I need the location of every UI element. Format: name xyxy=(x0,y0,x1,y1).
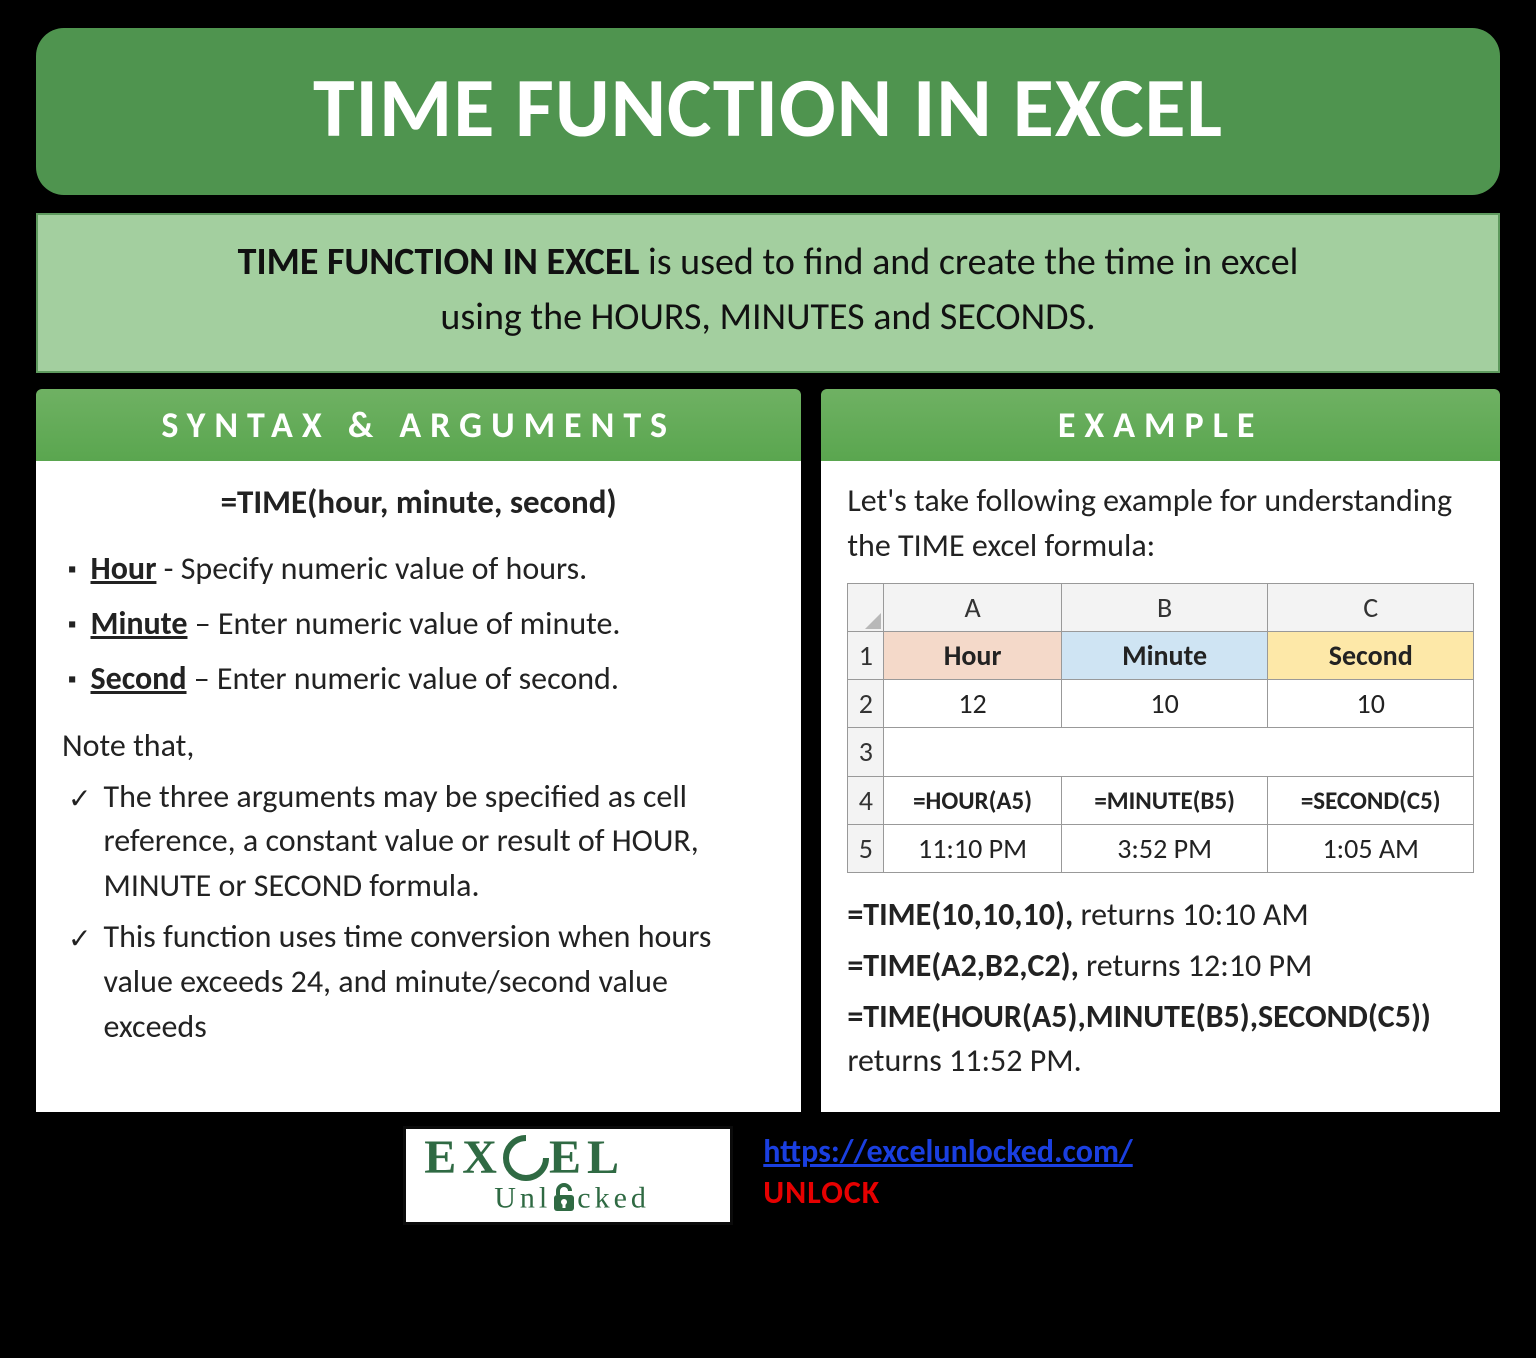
syntax-panel-header: SYNTAX & ARGUMENTS xyxy=(36,389,801,461)
lock-icon xyxy=(551,1183,577,1219)
page-title: TIME FUNCTION IN EXCEL xyxy=(313,56,1223,159)
cell: 10 xyxy=(1268,680,1474,728)
row-number: 2 xyxy=(848,680,884,728)
unlock-label: UNLOCK xyxy=(763,1173,1132,1212)
list-item: Minute – Enter numeric value of minute. xyxy=(68,602,775,647)
note-text: This function uses time conversion when … xyxy=(103,915,775,1049)
table-row: 4 =HOUR(A5) =MINUTE(B5) =SECOND(C5) xyxy=(848,776,1474,824)
note-text: The three arguments may be specified as … xyxy=(103,775,775,909)
footer-links: https://excelunlocked.com/ UNLOCK xyxy=(763,1126,1132,1212)
footer: EXEL Unlcked https://excelunlocked.com/ … xyxy=(36,1126,1500,1225)
table-corner xyxy=(848,583,884,631)
site-link[interactable]: https://excelunlocked.com/ xyxy=(763,1132,1132,1171)
list-item: This function uses time conversion when … xyxy=(68,915,775,1049)
example-lines: =TIME(10,10,10), returns 10:10 AM =TIME(… xyxy=(847,893,1474,1084)
example-result: returns 10:10 AM xyxy=(1073,895,1309,934)
syntax-panel: SYNTAX & ARGUMENTS =TIME(hour, minute, s… xyxy=(36,389,801,1112)
brand-logo: EXEL Unlcked xyxy=(403,1126,733,1225)
notes-list: The three arguments may be specified as … xyxy=(62,775,775,1050)
intro-strong: TIME FUNCTION IN EXCEL xyxy=(238,239,640,285)
intro-box: TIME FUNCTION IN EXCEL is used to find a… xyxy=(36,213,1500,373)
example-panel-header: EXAMPLE xyxy=(821,389,1500,461)
col-head: C xyxy=(1268,583,1474,631)
logo-bottom-text: Unlcked xyxy=(494,1183,712,1219)
arg-name: Minute xyxy=(91,604,188,643)
note-lead: Note that, xyxy=(62,724,775,769)
syntax-formula: =TIME(hour, minute, second) xyxy=(62,479,775,525)
table-row: 1 Hour Minute Second xyxy=(848,631,1474,679)
page-title-banner: TIME FUNCTION IN EXCEL xyxy=(36,28,1500,195)
example-formula: =TIME(A2,B2,C2), xyxy=(847,946,1079,985)
row-number: 4 xyxy=(848,776,884,824)
cell: Minute xyxy=(1061,631,1268,679)
cell: 3:52 PM xyxy=(1061,824,1268,872)
arg-name: Second xyxy=(91,659,187,698)
example-panel-body: Let's take following example for underst… xyxy=(821,461,1500,1112)
example-result: returns 11:52 PM. xyxy=(847,1041,1081,1080)
intro-text-1: is used to find and create the time in e… xyxy=(639,239,1298,285)
list-item: Hour - Specify numeric value of hours. xyxy=(68,547,775,592)
arg-name: Hour xyxy=(91,549,157,588)
col-head: A xyxy=(884,583,1061,631)
example-formula: =TIME(HOUR(A5),MINUTE(B5),SECOND(C5)) xyxy=(847,997,1431,1036)
example-panel: EXAMPLE Let's take following example for… xyxy=(821,389,1500,1112)
cell: Second xyxy=(1268,631,1474,679)
row-number: 3 xyxy=(848,728,884,776)
cell-empty xyxy=(884,728,1474,776)
arg-desc: – Enter numeric value of minute. xyxy=(187,604,620,643)
table-row: 5 11:10 PM 3:52 PM 1:05 AM xyxy=(848,824,1474,872)
list-item: The three arguments may be specified as … xyxy=(68,775,775,909)
table-row: 3 xyxy=(848,728,1474,776)
example-result: returns 12:10 PM xyxy=(1079,946,1313,985)
cell-formula: =HOUR(A5) xyxy=(884,776,1061,824)
arg-desc: - Specify numeric value of hours. xyxy=(156,549,587,588)
argument-list: Hour - Specify numeric value of hours. M… xyxy=(62,547,775,701)
cell: 12 xyxy=(884,680,1061,728)
logo-top-text: EXEL xyxy=(424,1135,712,1189)
col-head: B xyxy=(1061,583,1268,631)
cell-formula: =MINUTE(B5) xyxy=(1061,776,1268,824)
list-item: Second – Enter numeric value of second. xyxy=(68,657,775,702)
example-line: =TIME(A2,B2,C2), returns 12:10 PM xyxy=(847,944,1474,989)
logo-c-glyph xyxy=(503,1135,549,1189)
intro-text-2: using the HOURS, MINUTES and SECONDS. xyxy=(440,294,1095,340)
syntax-panel-body: =TIME(hour, minute, second) Hour - Speci… xyxy=(36,461,801,1112)
row-number: 5 xyxy=(848,824,884,872)
excel-table: A B C 1 Hour Minute Second 2 12 xyxy=(847,583,1474,873)
cell-formula: =SECOND(C5) xyxy=(1268,776,1474,824)
table-row: 2 12 10 10 xyxy=(848,680,1474,728)
example-intro: Let's take following example for underst… xyxy=(847,479,1474,569)
cell: 10 xyxy=(1061,680,1268,728)
row-number: 1 xyxy=(848,631,884,679)
example-line: =TIME(10,10,10), returns 10:10 AM xyxy=(847,893,1474,938)
cell: 1:05 AM xyxy=(1268,824,1474,872)
arg-desc: – Enter numeric value of second. xyxy=(187,659,619,698)
cell: Hour xyxy=(884,631,1061,679)
example-line: =TIME(HOUR(A5),MINUTE(B5),SECOND(C5)) re… xyxy=(847,995,1474,1085)
example-formula: =TIME(10,10,10), xyxy=(847,895,1073,934)
cell: 11:10 PM xyxy=(884,824,1061,872)
two-column-layout: SYNTAX & ARGUMENTS =TIME(hour, minute, s… xyxy=(36,389,1500,1112)
